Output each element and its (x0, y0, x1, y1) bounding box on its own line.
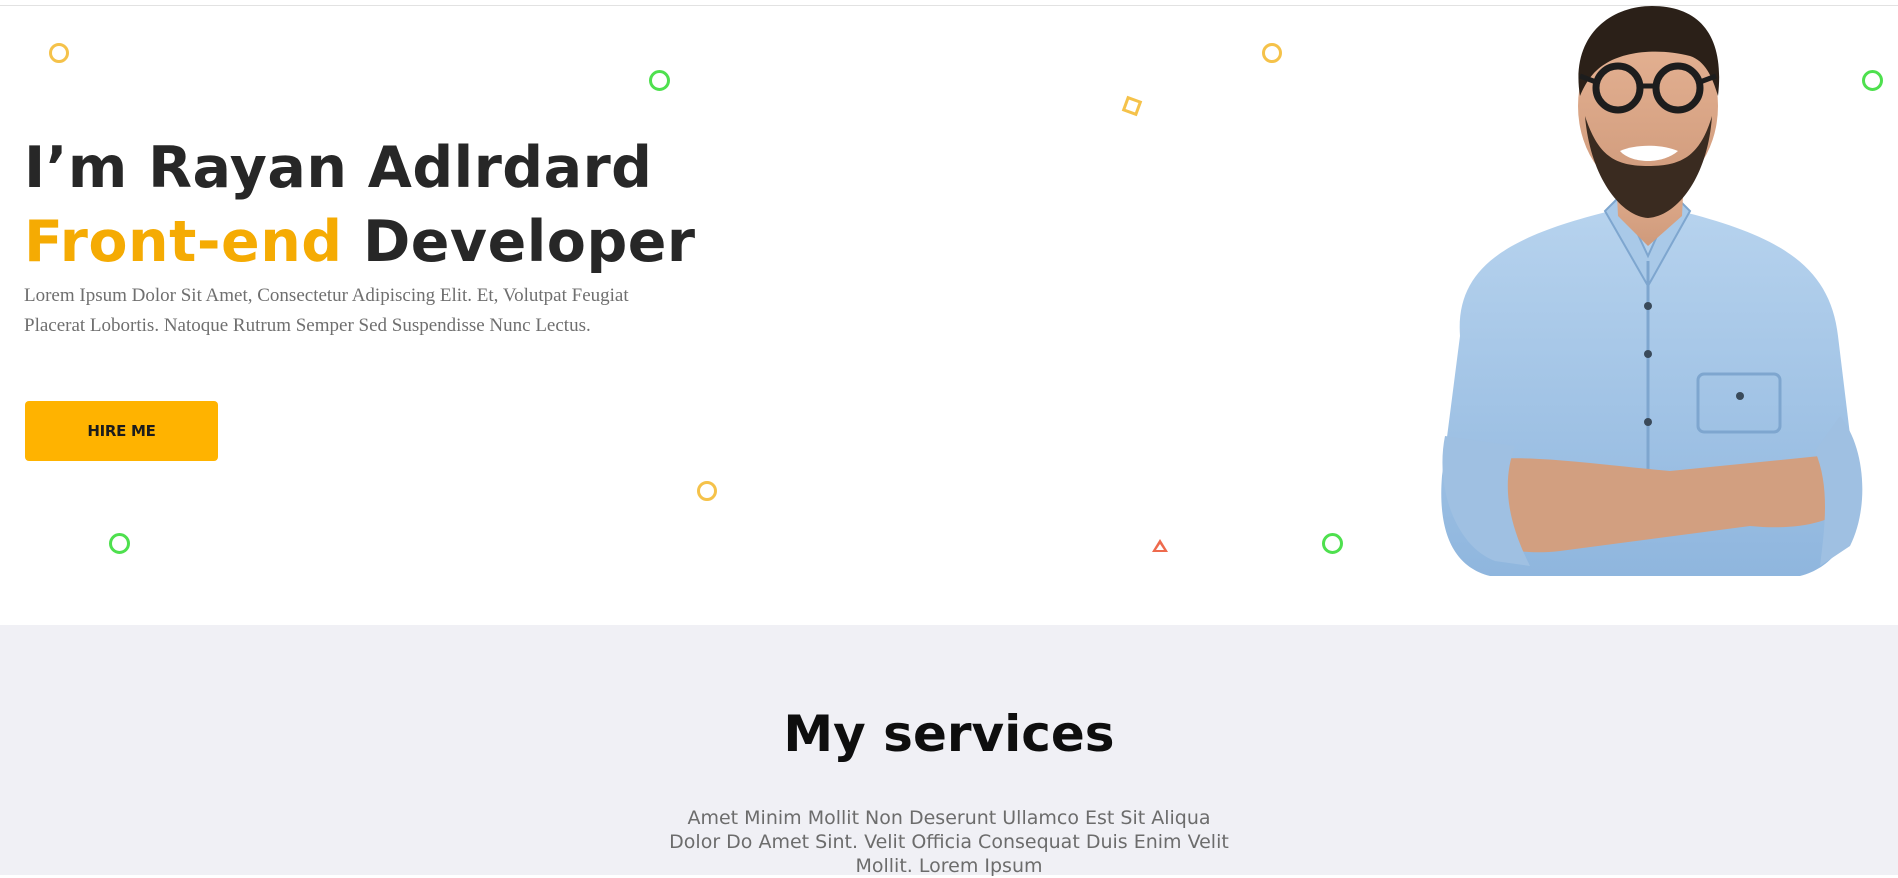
decor-circle-yellow (49, 43, 69, 63)
decor-triangle-red (1152, 539, 1168, 552)
services-title: My services (783, 705, 1115, 763)
hero-headline: I’m Rayan Adlrdard Front-end Developer (24, 131, 696, 279)
decor-circle-green (109, 533, 130, 554)
hero-headline-role: Developer (362, 209, 696, 275)
portrait-image (1441, 6, 1863, 576)
hero-headline-name: I’m Rayan Adlrdard (24, 135, 653, 201)
decor-circle-yellow (697, 481, 717, 501)
hire-me-button[interactable]: HIRE ME (25, 401, 218, 461)
decor-circle-yellow (1262, 43, 1282, 63)
hero-headline-accent: Front-end (24, 209, 343, 275)
decor-circle-green (649, 70, 670, 91)
hero-intro-text: Lorem Ipsum Dolor Sit Amet, Consectetur … (24, 285, 629, 336)
services-description: Amet Minim Mollit Non Deserunt Ullamco E… (669, 807, 1229, 877)
decor-circle-green (1322, 533, 1343, 554)
